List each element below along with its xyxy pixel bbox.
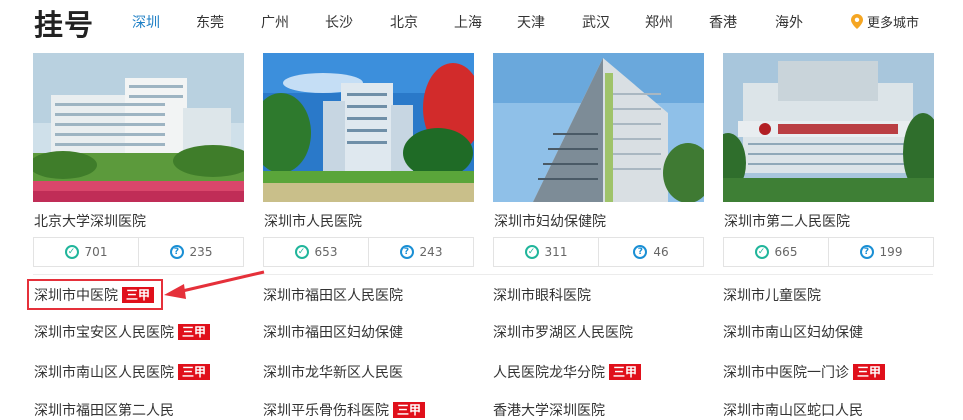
hospital-stats: ✓ 665 ? 199 [723,237,934,267]
hospital-card[interactable]: 北京大学深圳医院 ✓ 701 ? 235 [33,53,244,267]
tab-hongkong[interactable]: 香港 [709,12,737,32]
hospital-link[interactable]: 深圳市罗湖区人民医院 [493,322,633,342]
hospital-link-label: 深圳市南山区人民医院 [34,365,174,381]
hospital-link[interactable]: 深圳市龙华新区人民医 [263,362,403,382]
more-cities-link[interactable]: 更多城市 [851,12,919,31]
hospital-card[interactable]: 深圳市妇幼保健院 ✓ 311 ? 46 [493,53,704,267]
tab-beijing[interactable]: 北京 [390,12,418,32]
stat-value: 243 [419,245,443,259]
clock-icon: ✓ [294,245,309,259]
hospital-stats: ✓ 311 ? 46 [493,237,704,267]
hospital-photo[interactable] [493,53,704,202]
header: 挂号 深圳 东莞 广州 长沙 北京 上海 天津 武汉 郑州 香港 海外 更多城市 [0,0,963,42]
hospital-link-label: 深圳平乐骨伤科医院 [263,403,389,419]
hospital-link[interactable]: 深圳市眼科医院 [493,285,591,305]
hospital-name[interactable]: 深圳市人民医院 [264,211,362,231]
hospital-stats: ✓ 701 ? 235 [33,237,244,267]
question-icon: ? [633,245,648,259]
hospital-link-label: 深圳市龙华新区人民医 [263,365,403,381]
hospital-link[interactable]: 深圳市南山区蛇口人民 [723,400,863,420]
stat-value: 235 [189,245,213,259]
grade-badge: 三甲 [178,364,211,380]
question-icon: ? [169,245,184,259]
hospital-link-label: 深圳市福田区妇幼保健 [263,325,403,341]
tab-overseas[interactable]: 海外 [775,12,803,32]
hospital-link[interactable]: 深圳市南山区妇幼保健 [723,322,863,342]
hospital-link[interactable]: 深圳平乐骨伤科医院 三甲 [263,400,426,420]
location-pin-icon [851,14,863,29]
hospital-link[interactable]: 深圳市福田区妇幼保健 [263,322,403,342]
question-icon: ? [399,245,414,259]
grade-badge: 三甲 [393,402,426,418]
tab-wuhan[interactable]: 武汉 [582,12,610,32]
more-cities-label: 更多城市 [867,16,920,31]
stat-question: ? 235 [138,238,243,266]
hospital-link[interactable]: 深圳市福田区人民医院 [263,285,403,305]
tab-guangzhou[interactable]: 广州 [261,12,289,32]
stat-value: 701 [84,245,108,259]
hospital-link-label: 深圳市儿童医院 [723,288,821,304]
tab-shanghai[interactable]: 上海 [454,12,482,32]
hospital-link-label: 深圳市福田区人民医院 [263,288,403,304]
hospital-stats: ✓ 653 ? 243 [263,237,474,267]
hospital-link[interactable]: 深圳市中医院一门诊 三甲 [723,362,886,382]
stat-question: ? 243 [368,238,473,266]
tab-changsha[interactable]: 长沙 [325,12,353,32]
stat-value: 653 [314,245,338,259]
tab-shenzhen[interactable]: 深圳 [132,12,160,32]
stat-clock: ✓ 665 [724,238,828,266]
hospital-card[interactable]: 深圳市第二人民医院 ✓ 665 ? 199 [723,53,934,267]
stat-question: ? 199 [828,238,933,266]
highlight-box [27,279,163,310]
hospital-name[interactable]: 北京大学深圳医院 [34,211,146,231]
hospital-link-label: 深圳市宝安区人民医院 [34,325,174,341]
hospital-card[interactable]: 深圳市人民医院 ✓ 653 ? 243 [263,53,474,267]
hospital-link-label: 深圳市中医院一门诊 [723,365,849,381]
hospital-link[interactable]: 深圳市儿童医院 [723,285,821,305]
stat-value: 665 [774,245,798,259]
grade-badge: 三甲 [609,364,642,380]
page-title: 挂号 [34,8,95,42]
stat-clock: ✓ 311 [494,238,598,266]
hospital-link-label: 深圳市福田区第二人民 [34,403,174,419]
tab-dongguan[interactable]: 东莞 [196,12,224,32]
stat-value: 199 [879,245,903,259]
hospital-photo[interactable] [723,53,934,202]
stat-question: ? 46 [598,238,703,266]
hospital-link-label: 人民医院龙华分院 [493,365,605,381]
hospital-link[interactable]: 深圳市宝安区人民医院 三甲 [34,322,211,342]
hospital-link-label: 深圳市南山区蛇口人民 [723,403,863,419]
clock-icon: ✓ [64,245,79,259]
clock-icon: ✓ [754,245,769,259]
hospital-photo[interactable] [33,53,244,202]
stat-clock: ✓ 701 [34,238,138,266]
hospital-name[interactable]: 深圳市第二人民医院 [724,211,850,231]
grade-badge: 三甲 [853,364,886,380]
hospital-photo[interactable] [263,53,474,202]
hospital-link-label: 香港大学深圳医院 [493,403,605,419]
tab-tianjin[interactable]: 天津 [517,12,545,32]
stat-value: 46 [653,245,669,259]
stat-clock: ✓ 653 [264,238,368,266]
hospital-link[interactable]: 深圳市南山区人民医院 三甲 [34,362,211,382]
clock-icon: ✓ [524,245,539,259]
annotation-arrow-icon [164,270,265,299]
hospital-name[interactable]: 深圳市妇幼保健院 [494,211,606,231]
hospital-link-label: 深圳市罗湖区人民医院 [493,325,633,341]
tab-zhengzhou[interactable]: 郑州 [645,12,673,32]
hospital-link[interactable]: 香港大学深圳医院 [493,400,605,420]
hospital-link[interactable]: 人民医院龙华分院 三甲 [493,362,642,382]
hospital-link[interactable]: 深圳市福田区第二人民 [34,400,174,420]
question-icon: ? [859,245,874,259]
grade-badge: 三甲 [178,324,211,340]
hospital-link-label: 深圳市眼科医院 [493,288,591,304]
hospital-link-label: 深圳市南山区妇幼保健 [723,325,863,341]
stat-value: 311 [544,245,568,259]
